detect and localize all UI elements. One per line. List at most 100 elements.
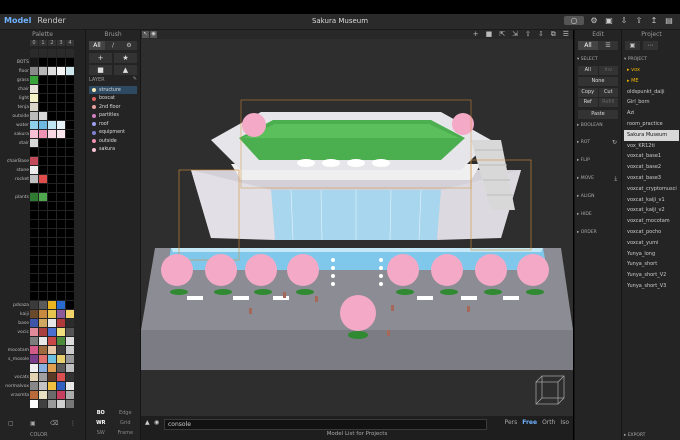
color-swatch[interactable] (39, 112, 47, 120)
color-swatch[interactable] (66, 94, 74, 102)
color-swatch[interactable] (39, 292, 47, 300)
color-swatch[interactable] (30, 220, 38, 228)
color-swatch[interactable] (57, 157, 65, 165)
palette-column[interactable]: 4 (66, 40, 74, 46)
color-swatch[interactable] (30, 49, 38, 57)
color-swatch[interactable] (48, 76, 56, 84)
color-swatch[interactable] (48, 202, 56, 210)
color-swatch[interactable] (48, 211, 56, 219)
color-swatch[interactable] (57, 238, 65, 246)
menu-model[interactable]: Model (4, 16, 31, 25)
color-swatch[interactable] (48, 103, 56, 111)
color-swatch[interactable] (66, 148, 74, 156)
color-swatch[interactable] (66, 319, 74, 327)
copy-button[interactable]: Copy (578, 88, 598, 97)
color-swatch[interactable] (39, 319, 47, 327)
color-swatch[interactable] (30, 229, 38, 237)
color-swatch[interactable] (48, 94, 56, 102)
color-swatch[interactable] (48, 364, 56, 372)
color-swatch[interactable] (57, 400, 65, 408)
edit-op-icon[interactable]: ⤓ (614, 175, 617, 183)
color-swatch[interactable] (48, 355, 56, 363)
color-swatch[interactable] (57, 130, 65, 138)
color-swatch[interactable] (39, 148, 47, 156)
color-swatch[interactable] (30, 301, 38, 309)
layer-item[interactable]: 2nd floor (89, 103, 137, 111)
color-swatch[interactable] (57, 112, 65, 120)
color-swatch[interactable] (30, 85, 38, 93)
color-swatch[interactable] (48, 139, 56, 147)
toggle-icon[interactable]: ○ (564, 16, 584, 25)
camera-icon[interactable]: ◉ (154, 419, 159, 426)
color-swatch[interactable] (66, 229, 74, 237)
color-swatch[interactable] (39, 103, 47, 111)
color-swatch[interactable] (30, 238, 38, 246)
viewport-tool-button[interactable]: ⧉ (551, 30, 556, 39)
color-swatch[interactable] (39, 382, 47, 390)
view-mode-iso[interactable]: Iso (560, 419, 569, 426)
color-swatch[interactable] (48, 382, 56, 390)
color-swatch[interactable] (48, 391, 56, 399)
color-swatch[interactable] (30, 274, 38, 282)
trash-icon[interactable]: ⌫ (50, 420, 58, 427)
color-swatch[interactable] (66, 67, 74, 75)
layer-item[interactable]: roof (89, 120, 137, 128)
color-swatch[interactable] (39, 184, 47, 192)
ref-button[interactable]: Ref (578, 98, 598, 107)
color-swatch[interactable] (39, 391, 47, 399)
color-swatch[interactable] (66, 391, 74, 399)
cut-button[interactable]: Cut (598, 88, 618, 97)
color-swatch[interactable] (48, 130, 56, 138)
color-swatch[interactable] (39, 49, 47, 57)
color-swatch[interactable] (66, 274, 74, 282)
color-swatch[interactable] (30, 175, 38, 183)
color-swatch[interactable] (30, 58, 38, 66)
brush-mode-pen[interactable]: ∕ (105, 41, 121, 50)
color-swatch[interactable] (30, 193, 38, 201)
color-swatch[interactable] (39, 238, 47, 246)
refill-button[interactable]: Refill (598, 98, 618, 107)
project-item[interactable]: vox_KR12ti (624, 141, 679, 152)
color-swatch[interactable] (30, 256, 38, 264)
edit-mode-all[interactable]: All (578, 41, 598, 50)
color-swatch[interactable] (66, 256, 74, 264)
color-swatch[interactable] (39, 256, 47, 264)
color-swatch[interactable] (48, 283, 56, 291)
edit-op-order[interactable]: ▸ ORDER (577, 230, 619, 235)
color-swatch[interactable] (57, 166, 65, 174)
color-swatch[interactable] (66, 364, 74, 372)
more-icon[interactable]: ⋮ (70, 420, 76, 427)
layer-item[interactable]: sakura (89, 146, 137, 154)
color-swatch[interactable] (57, 274, 65, 282)
color-swatch[interactable] (48, 328, 56, 336)
color-swatch[interactable] (30, 121, 38, 129)
color-swatch[interactable] (48, 274, 56, 282)
color-swatch[interactable] (57, 67, 65, 75)
color-swatch[interactable] (30, 139, 38, 147)
color-swatch[interactable] (39, 328, 47, 336)
color-swatch[interactable] (66, 76, 74, 84)
color-swatch[interactable] (30, 166, 38, 174)
color-swatch[interactable] (66, 310, 74, 318)
color-swatch[interactable] (57, 148, 65, 156)
color-swatch[interactable] (66, 400, 74, 408)
color-swatch[interactable] (39, 139, 47, 147)
layer-item[interactable]: structure (89, 86, 137, 94)
edit-op-move[interactable]: ▸ MOVE ⤓ (577, 175, 619, 183)
color-swatch[interactable] (66, 220, 74, 228)
color-swatch[interactable] (48, 175, 56, 183)
star-tool[interactable]: ★ (114, 53, 137, 63)
color-swatch[interactable] (30, 382, 38, 390)
add-tool[interactable]: + (89, 53, 112, 63)
project-item[interactable]: voxcat_yumi (624, 238, 679, 249)
edit-op-hide[interactable]: ▸ HIDE (577, 212, 619, 217)
color-swatch[interactable] (57, 103, 65, 111)
color-swatch[interactable] (48, 238, 56, 246)
color-swatch[interactable] (39, 373, 47, 381)
color-swatch[interactable] (66, 292, 74, 300)
color-swatch[interactable] (30, 364, 38, 372)
layer-item[interactable]: boscat (89, 95, 137, 103)
color-swatch[interactable] (66, 166, 74, 174)
project-item[interactable]: Yunya_short_V2 (624, 270, 679, 281)
layer-item[interactable]: equipment (89, 129, 137, 137)
